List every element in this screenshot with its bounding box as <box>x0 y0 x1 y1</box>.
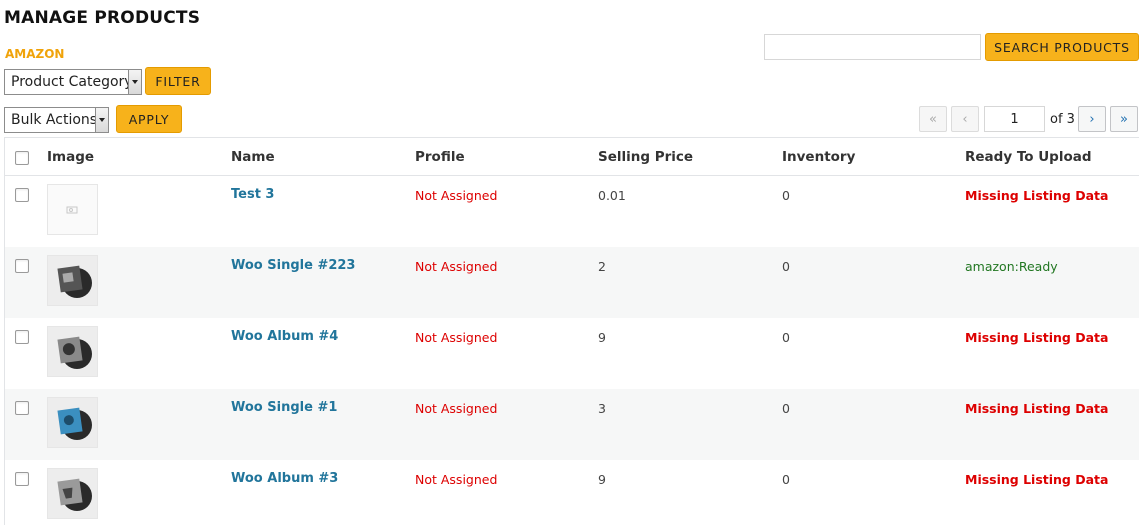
profile-status: Not Assigned <box>415 472 498 487</box>
search-input[interactable] <box>764 34 981 60</box>
selling-price: 3 <box>598 401 606 416</box>
vinyl-record-icon <box>56 478 92 511</box>
column-header-name[interactable]: Name <box>231 149 275 165</box>
profile-status: Not Assigned <box>415 188 498 203</box>
upload-status: Missing Listing Data <box>965 188 1109 203</box>
page-title: MANAGE PRODUCTS <box>4 8 201 28</box>
vinyl-record-icon <box>56 336 92 369</box>
search-products-button[interactable]: SEARCH PRODUCTS <box>985 33 1139 61</box>
row-checkbox[interactable] <box>15 472 29 486</box>
product-name-link[interactable]: Woo Single #223 <box>231 258 355 273</box>
product-thumbnail[interactable] <box>47 468 98 519</box>
product-name-link[interactable]: Woo Album #3 <box>231 471 338 486</box>
chevron-down-icon <box>95 108 108 132</box>
selling-price: 0.01 <box>598 188 626 203</box>
upload-status: amazon:Ready <box>965 259 1058 274</box>
inventory-count: 0 <box>782 330 790 345</box>
column-header-image[interactable]: Image <box>47 149 94 165</box>
table-row: Woo Album #3 Not Assigned 9 0 Missing Li… <box>5 460 1139 531</box>
product-name-link[interactable]: Woo Album #4 <box>231 329 338 344</box>
table-row: Test 3 Not Assigned 0.01 0 Missing Listi… <box>5 176 1139 247</box>
first-page-button[interactable]: « <box>919 106 947 132</box>
row-checkbox[interactable] <box>15 330 29 344</box>
column-header-profile[interactable]: Profile <box>415 149 465 165</box>
selling-price: 9 <box>598 472 606 487</box>
inventory-count: 0 <box>782 259 790 274</box>
bulk-actions-select[interactable]: Bulk Actions <box>4 107 109 133</box>
bulk-actions-select-value: Bulk Actions <box>11 112 98 128</box>
column-header-ready-to-upload[interactable]: Ready To Upload <box>965 149 1092 165</box>
products-table: Image Name Profile Selling Price Invento… <box>4 137 1139 525</box>
current-page-input[interactable]: 1 <box>984 106 1045 132</box>
upload-status: Missing Listing Data <box>965 330 1109 345</box>
row-checkbox[interactable] <box>15 188 29 202</box>
profile-status: Not Assigned <box>415 259 498 274</box>
product-category-select[interactable]: Product Category <box>4 69 142 95</box>
product-thumbnail[interactable] <box>47 184 98 235</box>
inventory-count: 0 <box>782 188 790 203</box>
vinyl-record-icon <box>56 407 92 440</box>
product-name-link[interactable]: Test 3 <box>231 187 274 202</box>
image-placeholder-icon <box>66 206 77 213</box>
row-checkbox[interactable] <box>15 259 29 273</box>
product-thumbnail[interactable] <box>47 397 98 448</box>
table-header: Image Name Profile Selling Price Invento… <box>5 138 1139 176</box>
row-checkbox[interactable] <box>15 401 29 415</box>
total-pages-label: of 3 <box>1050 112 1075 127</box>
table-row: Woo Single #223 Not Assigned 2 0 amazon:… <box>5 247 1139 318</box>
column-header-selling-price[interactable]: Selling Price <box>598 149 693 165</box>
selling-price: 9 <box>598 330 606 345</box>
inventory-count: 0 <box>782 472 790 487</box>
last-page-button[interactable]: » <box>1110 106 1138 132</box>
chevron-down-icon <box>128 70 141 94</box>
vinyl-record-icon <box>56 265 92 298</box>
inventory-count: 0 <box>782 401 790 416</box>
profile-status: Not Assigned <box>415 330 498 345</box>
table-row: Woo Album #4 Not Assigned 9 0 Missing Li… <box>5 318 1139 389</box>
product-thumbnail[interactable] <box>47 255 98 306</box>
marketplace-label: AMAZON <box>5 47 65 61</box>
filter-button[interactable]: FILTER <box>145 67 211 95</box>
profile-status: Not Assigned <box>415 401 498 416</box>
column-header-inventory[interactable]: Inventory <box>782 149 855 165</box>
prev-page-button[interactable]: ‹ <box>951 106 979 132</box>
selling-price: 2 <box>598 259 606 274</box>
table-row: Woo Single #1 Not Assigned 3 0 Missing L… <box>5 389 1139 460</box>
apply-button[interactable]: APPLY <box>116 105 182 133</box>
product-thumbnail[interactable] <box>47 326 98 377</box>
next-page-button[interactable]: › <box>1078 106 1106 132</box>
upload-status: Missing Listing Data <box>965 472 1109 487</box>
select-all-checkbox[interactable] <box>15 151 29 165</box>
upload-status: Missing Listing Data <box>965 401 1109 416</box>
product-name-link[interactable]: Woo Single #1 <box>231 400 337 415</box>
product-category-select-value: Product Category <box>11 74 133 90</box>
